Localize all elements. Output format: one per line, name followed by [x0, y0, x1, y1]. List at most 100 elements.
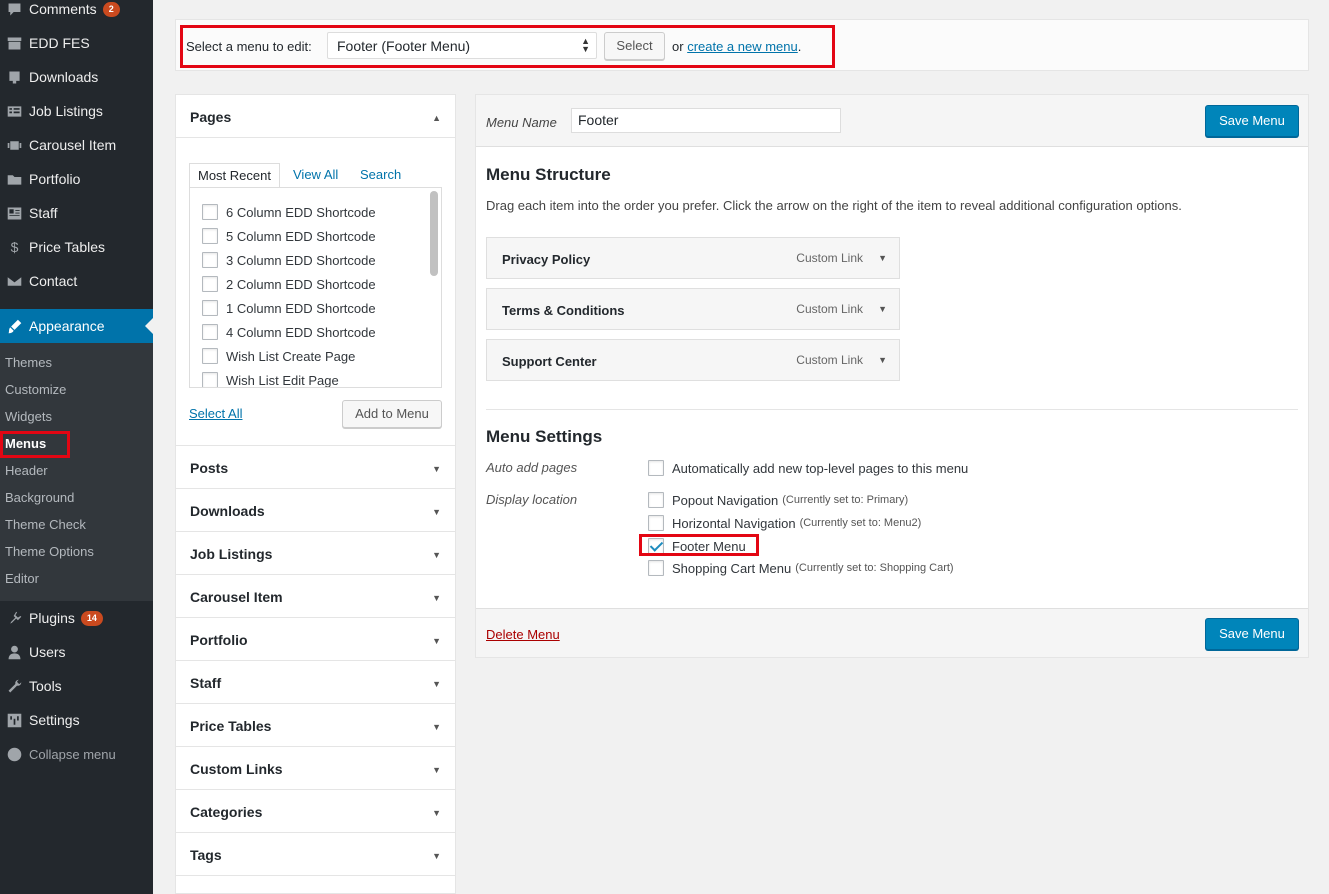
list-icon	[0, 103, 29, 120]
accordion-tags[interactable]: Tags ▼	[176, 833, 455, 876]
page-checkbox[interactable]	[202, 372, 218, 387]
menu-item-title: Privacy Policy	[502, 252, 591, 267]
page-checkbox[interactable]	[202, 324, 218, 340]
sidebar-item-carousel-item[interactable]: Carousel Item	[0, 128, 153, 162]
auto-add-checkbox[interactable]	[648, 460, 664, 476]
location-checkbox[interactable]	[648, 515, 664, 531]
sidebar-item-label: Appearance	[29, 318, 105, 334]
page-checkbox[interactable]	[202, 204, 218, 220]
auto-add-pages-option[interactable]: Automatically add new top-level pages to…	[648, 459, 968, 477]
menu-item-type: Custom Link	[796, 353, 863, 367]
list-item[interactable]: 6 Column EDD Shortcode	[202, 203, 376, 221]
sidebar-item-label: Price Tables	[29, 239, 106, 255]
expand-down-icon: ▼	[432, 808, 441, 818]
location-popout-navigation[interactable]: Popout Navigation (Currently set to: Pri…	[648, 491, 908, 509]
carousel-icon	[0, 137, 29, 154]
expand-down-icon[interactable]: ▼	[878, 304, 887, 314]
page-checkbox[interactable]	[202, 300, 218, 316]
accordion-pages[interactable]: Pages ▲	[176, 95, 455, 138]
location-current: (Currently set to: Shopping Cart)	[795, 562, 954, 574]
pages-scrollbar[interactable]	[430, 191, 438, 276]
list-item[interactable]: 3 Column EDD Shortcode	[202, 251, 376, 269]
save-menu-button-top[interactable]: Save Menu	[1205, 105, 1299, 137]
submenu-item-customize[interactable]: Customize	[5, 380, 66, 400]
save-menu-button-bottom[interactable]: Save Menu	[1205, 618, 1299, 650]
menu-editor-footer: Delete Menu Save Menu	[476, 608, 1308, 657]
page-label: 6 Column EDD Shortcode	[226, 204, 376, 220]
sidebar-item-label: Staff	[29, 205, 58, 221]
mail-icon	[0, 273, 29, 290]
submenu-item-themes[interactable]: Themes	[5, 353, 52, 373]
sidebar-item-price-tables[interactable]: $ Price Tables	[0, 230, 153, 264]
accordion-staff[interactable]: Staff ▼	[176, 661, 455, 704]
add-to-menu-button[interactable]: Add to Menu	[342, 400, 442, 428]
submenu-item-theme-check[interactable]: Theme Check	[5, 515, 86, 535]
list-item[interactable]: 4 Column EDD Shortcode	[202, 323, 376, 341]
page-checkbox[interactable]	[202, 348, 218, 364]
sidebar-item-edd-fes[interactable]: EDD FES	[0, 26, 153, 60]
expand-down-icon[interactable]: ▼	[878, 355, 887, 365]
accordion-posts[interactable]: Posts ▼	[176, 446, 455, 489]
submenu-item-header[interactable]: Header	[5, 461, 48, 481]
menu-name-input[interactable]: Footer	[571, 108, 841, 133]
location-horizontal-navigation[interactable]: Horizontal Navigation (Currently set to:…	[648, 514, 921, 532]
accordion-carousel-item[interactable]: Carousel Item ▼	[176, 575, 455, 618]
sidebar-item-users[interactable]: Users	[0, 635, 153, 669]
page-checkbox[interactable]	[202, 276, 218, 292]
sidebar-item-tools[interactable]: Tools	[0, 669, 153, 703]
delete-menu-link[interactable]: Delete Menu	[486, 627, 560, 642]
submenu-item-editor[interactable]: Editor	[5, 569, 39, 589]
accordion-custom-links[interactable]: Custom Links ▼	[176, 747, 455, 790]
list-item[interactable]: 2 Column EDD Shortcode	[202, 275, 376, 293]
page-label: 1 Column EDD Shortcode	[226, 300, 376, 316]
sidebar-item-appearance[interactable]: Appearance	[0, 309, 153, 343]
accordion-categories[interactable]: Categories ▼	[176, 790, 455, 833]
paintbrush-icon	[0, 318, 29, 335]
submenu-item-theme-options[interactable]: Theme Options	[5, 542, 94, 562]
menu-settings-title: Menu Settings	[486, 427, 603, 446]
sidebar-item-plugins[interactable]: Plugins 14	[0, 601, 153, 635]
location-label: Horizontal Navigation	[672, 515, 796, 531]
menu-item-support-center[interactable]: Support Center Custom Link ▼	[486, 339, 900, 381]
submenu-item-background[interactable]: Background	[5, 488, 74, 508]
accordion-price-tables[interactable]: Price Tables ▼	[176, 704, 455, 747]
list-item[interactable]: Wish List Edit Page	[202, 371, 339, 388]
accordion-job-listings[interactable]: Job Listings ▼	[176, 532, 455, 575]
sidebar-item-comments[interactable]: Comments 2	[0, 0, 153, 26]
menu-item-terms-conditions[interactable]: Terms & Conditions Custom Link ▼	[486, 288, 900, 330]
page-label: 4 Column EDD Shortcode	[226, 324, 376, 340]
tab-view-all[interactable]: View All	[285, 163, 346, 188]
sidebar-item-job-listings[interactable]: Job Listings	[0, 94, 153, 128]
page-label: Wish List Edit Page	[226, 372, 339, 388]
accordion-portfolio[interactable]: Portfolio ▼	[176, 618, 455, 661]
list-item[interactable]: 5 Column EDD Shortcode	[202, 227, 376, 245]
expand-down-icon: ▼	[432, 636, 441, 646]
tab-most-recent[interactable]: Most Recent	[189, 163, 280, 188]
sidebar-item-label: Contact	[29, 273, 78, 289]
sidebar-item-settings[interactable]: Settings	[0, 703, 153, 737]
location-checkbox[interactable]	[648, 492, 664, 508]
expand-down-icon: ▼	[432, 722, 441, 732]
accordion-downloads[interactable]: Downloads ▼	[176, 489, 455, 532]
submenu-item-widgets[interactable]: Widgets	[5, 407, 52, 427]
page-checkbox[interactable]	[202, 252, 218, 268]
sidebar-item-downloads[interactable]: Downloads	[0, 60, 153, 94]
location-label: Shopping Cart Menu	[672, 560, 792, 576]
pages-tabs: Most Recent View All Search	[189, 163, 442, 188]
sidebar-item-portfolio[interactable]: Portfolio	[0, 162, 153, 196]
list-item[interactable]: 1 Column EDD Shortcode	[202, 299, 376, 317]
page-checkbox[interactable]	[202, 228, 218, 244]
collapse-menu-button[interactable]: Collapse menu	[0, 737, 153, 771]
menu-item-privacy-policy[interactable]: Privacy Policy Custom Link ▼	[486, 237, 900, 279]
expand-down-icon: ▼	[432, 507, 441, 517]
add-menu-items-panel: Pages ▲ Most Recent View All Search 6 Co…	[175, 94, 456, 894]
location-checkbox[interactable]	[648, 560, 664, 576]
list-item[interactable]: Wish List Create Page	[202, 347, 355, 365]
tab-search[interactable]: Search	[352, 163, 409, 188]
location-shopping-cart-menu[interactable]: Shopping Cart Menu (Currently set to: Sh…	[648, 559, 954, 577]
sidebar-item-contact[interactable]: Contact	[0, 264, 153, 298]
select-all-link[interactable]: Select All	[189, 406, 242, 421]
sidebar-item-staff[interactable]: Staff	[0, 196, 153, 230]
dollar-icon: $	[10, 239, 19, 255]
expand-down-icon[interactable]: ▼	[878, 253, 887, 263]
